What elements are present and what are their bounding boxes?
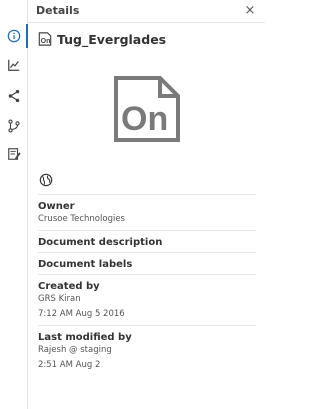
- description-section[interactable]: Document description: [38, 230, 256, 252]
- labels-label: Document labels: [38, 259, 133, 270]
- document-name: Tug_Everglades: [57, 31, 167, 47]
- close-button[interactable]: ×: [243, 3, 257, 17]
- document-title-row: On Tug_Everglades: [38, 30, 258, 48]
- globe-icon: [39, 173, 53, 187]
- notes-icon: [7, 148, 21, 160]
- description-label: Document description: [38, 237, 163, 248]
- svg-text:On: On: [41, 38, 51, 45]
- branch-icon: [7, 119, 20, 133]
- modified-label: Last modified by: [38, 332, 132, 343]
- panel-title: Details: [36, 4, 80, 17]
- details-header: Details ×: [28, 0, 265, 23]
- close-icon: ×: [244, 2, 256, 18]
- share-icon: [8, 89, 19, 103]
- side-rail: [0, 0, 28, 409]
- document-thumbnail-icon: On: [114, 76, 180, 142]
- rail-branch-button[interactable]: [0, 114, 27, 138]
- modified-date-value: 2:51 AM Aug 2: [38, 360, 101, 370]
- owner-section: Owner Crusoe Technologies: [38, 194, 256, 230]
- created-by-value: GRS Kiran: [38, 294, 81, 304]
- rail-share-button[interactable]: [0, 84, 27, 108]
- created-section: Created by GRS Kiran 7:12 AM Aug 5 2016: [38, 274, 256, 325]
- info-icon: [7, 29, 20, 43]
- created-date-value: 7:12 AM Aug 5 2016: [38, 309, 125, 319]
- rail-chart-button[interactable]: [0, 53, 27, 77]
- created-label: Created by: [38, 281, 100, 292]
- details-sections: Owner Crusoe Technologies Document descr…: [38, 194, 256, 372]
- chart-icon: [7, 59, 19, 71]
- owner-value: Crusoe Technologies: [38, 214, 125, 224]
- onshape-doc-icon: On: [38, 32, 52, 46]
- modified-section: Last modified by Rajesh @ staging 2:51 A…: [38, 325, 256, 372]
- rail-info-button[interactable]: [0, 24, 28, 48]
- rail-notes-button[interactable]: [0, 142, 27, 166]
- thumbnail-text: On: [121, 100, 168, 138]
- labels-section[interactable]: Document labels: [38, 252, 256, 274]
- owner-label: Owner: [38, 201, 75, 212]
- modified-by-value: Rajesh @ staging: [38, 345, 112, 355]
